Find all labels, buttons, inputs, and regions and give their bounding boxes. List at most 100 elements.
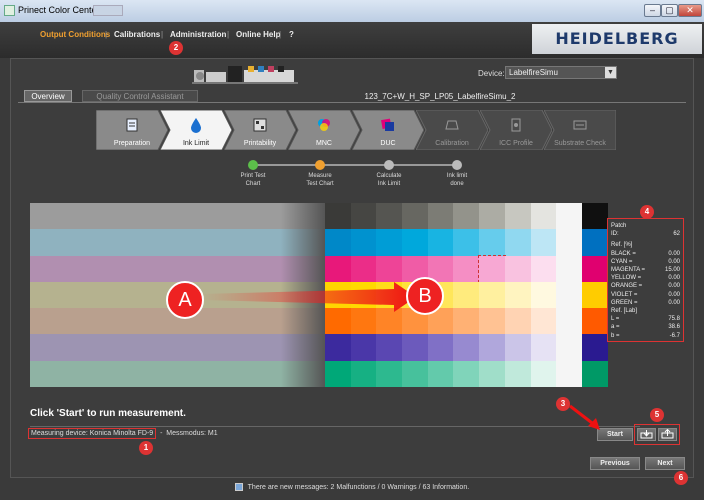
color-patch[interactable] — [556, 255, 583, 282]
tab-overview[interactable]: Overview — [24, 90, 72, 102]
lab-value: -6.7 — [669, 332, 680, 339]
color-patch[interactable] — [479, 229, 505, 256]
menu-online-help[interactable]: Online Help — [236, 30, 280, 39]
color-patch[interactable] — [582, 334, 608, 361]
color-patch[interactable] — [350, 255, 377, 282]
color-patch[interactable] — [478, 254, 506, 283]
progress-indicator: Print Test Chart Measure Test Chart Calcul… — [230, 158, 490, 192]
color-patch[interactable] — [582, 308, 608, 335]
color-patch[interactable] — [530, 334, 557, 361]
color-patch[interactable] — [504, 360, 531, 387]
ink-name: CYAN = — [611, 258, 633, 265]
device-select[interactable]: LabelfireSimu ▼ — [505, 66, 617, 79]
color-patch[interactable] — [479, 360, 505, 387]
tab-quality-control-assistant[interactable]: Quality Control Assistant — [82, 90, 198, 102]
chevron-down-icon[interactable]: ▼ — [605, 67, 616, 78]
color-patch[interactable] — [479, 203, 505, 230]
color-patch[interactable] — [453, 360, 480, 387]
color-patch[interactable] — [376, 229, 402, 256]
color-patch[interactable] — [556, 203, 583, 230]
menu-separator: | — [161, 30, 164, 39]
color-patch[interactable] — [556, 334, 583, 361]
color-patch[interactable] — [453, 281, 480, 309]
step-preparation[interactable]: Preparation — [96, 110, 168, 150]
color-patch[interactable] — [504, 255, 531, 282]
color-patch[interactable] — [582, 360, 608, 387]
ink-value: 0.00 — [668, 291, 680, 298]
minimize-button[interactable]: – — [644, 4, 661, 17]
color-patch[interactable] — [402, 360, 428, 387]
color-patch[interactable] — [479, 308, 505, 335]
color-patch[interactable] — [324, 334, 351, 361]
color-patch[interactable] — [427, 229, 454, 256]
color-patch[interactable] — [427, 334, 454, 361]
device-value: LabelfireSimu — [509, 68, 558, 77]
step-mnc[interactable]: MNC — [288, 110, 360, 150]
color-patch[interactable] — [453, 334, 480, 361]
color-patch[interactable] — [453, 308, 480, 335]
color-patch[interactable] — [530, 360, 557, 387]
step-printability[interactable]: Printability — [224, 110, 296, 150]
color-patch[interactable] — [582, 203, 608, 230]
color-patch[interactable] — [402, 229, 428, 256]
color-patch[interactable] — [504, 229, 531, 256]
color-patch[interactable] — [504, 308, 531, 335]
color-patch[interactable] — [556, 360, 583, 387]
next-button[interactable]: Next — [645, 457, 685, 470]
color-patch[interactable] — [350, 334, 377, 361]
color-patch[interactable] — [324, 229, 351, 256]
color-patch[interactable] — [350, 229, 377, 256]
chart-row-black — [30, 203, 608, 230]
close-button[interactable]: ✕ — [678, 4, 702, 17]
color-patch[interactable] — [530, 308, 557, 335]
color-patch[interactable] — [530, 203, 557, 230]
color-patch[interactable] — [582, 255, 608, 282]
color-patch[interactable] — [453, 203, 480, 230]
menu-calibrations[interactable]: Calibrations — [114, 30, 160, 39]
color-patch[interactable] — [556, 308, 583, 335]
color-patch[interactable] — [453, 255, 480, 282]
color-patch[interactable] — [504, 334, 531, 361]
color-patch[interactable] — [504, 203, 531, 230]
color-patch[interactable] — [402, 334, 428, 361]
color-patch[interactable] — [376, 334, 402, 361]
export-button[interactable] — [637, 428, 656, 441]
color-patch[interactable] — [324, 360, 351, 387]
color-patch[interactable] — [350, 203, 377, 230]
status-message[interactable]: There are new messages: 2 Malfunctions /… — [248, 484, 470, 491]
color-patch[interactable] — [376, 203, 402, 230]
color-patch[interactable] — [582, 281, 608, 309]
ink-name: ORANGE = — [611, 283, 643, 290]
color-patch[interactable] — [402, 203, 428, 230]
patch-title: Patch — [611, 223, 627, 229]
import-button[interactable] — [658, 428, 677, 441]
color-patch[interactable] — [376, 360, 402, 387]
color-patch[interactable] — [556, 281, 583, 309]
ink-value: 0.00 — [668, 283, 680, 290]
color-patch[interactable] — [479, 281, 505, 309]
color-patch[interactable] — [427, 203, 454, 230]
color-patch[interactable] — [530, 229, 557, 256]
color-patch[interactable] — [530, 255, 557, 282]
color-patch[interactable] — [453, 229, 480, 256]
annotation-badge-4: 4 — [640, 205, 654, 219]
menu-output-conditions[interactable]: Output Conditions — [40, 30, 110, 39]
color-patch[interactable] — [504, 281, 531, 309]
color-patch[interactable] — [556, 229, 583, 256]
previous-button[interactable]: Previous — [590, 457, 640, 470]
color-patch[interactable] — [530, 281, 557, 309]
menu-administration[interactable]: Administration — [170, 30, 226, 39]
color-patch[interactable] — [324, 255, 351, 282]
export-icon — [640, 430, 653, 439]
color-patch[interactable] — [376, 255, 402, 282]
wizard-steps: Preparation Ink Limit Printability MNC D… — [96, 110, 616, 150]
color-patch[interactable] — [427, 360, 454, 387]
color-patch[interactable] — [350, 360, 377, 387]
step-ink-limit[interactable]: Ink Limit — [160, 110, 232, 150]
color-patch[interactable] — [324, 203, 351, 230]
color-patch[interactable] — [582, 229, 608, 256]
menu-about[interactable]: ? — [289, 30, 294, 39]
maximize-button[interactable]: ▢ — [661, 4, 678, 17]
color-patch[interactable] — [479, 334, 505, 361]
step-duc[interactable]: DUC — [352, 110, 424, 150]
